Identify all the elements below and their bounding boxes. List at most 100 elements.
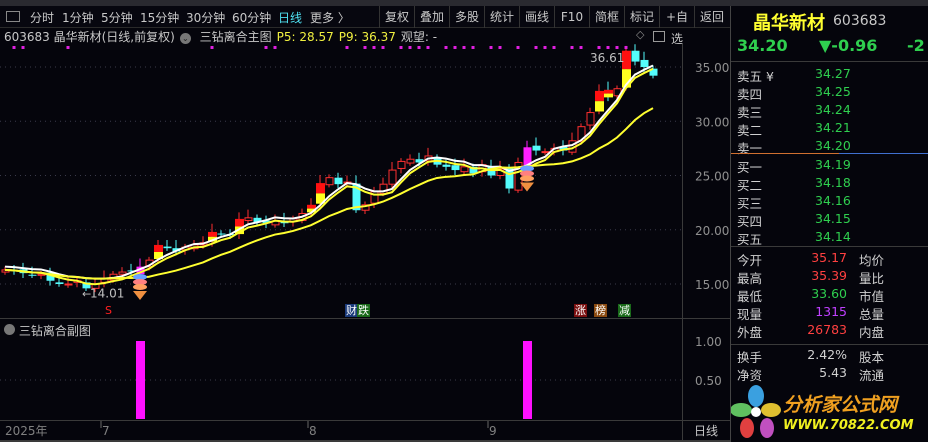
signal-dot [615, 46, 619, 49]
sub-tick-label: 0.50 [695, 374, 722, 388]
x-tick-label: 9 [489, 424, 497, 438]
watermark-url: WWW.70822.COM [783, 418, 914, 433]
ask-label: 卖二 [737, 123, 763, 138]
signal-dot [471, 46, 475, 49]
ask-row: 卖四 34.25 [737, 84, 927, 102]
bid-row: 买一 34.19 [737, 157, 927, 175]
arrow-icon: ← [82, 288, 91, 301]
signal-dot [570, 46, 574, 49]
sub-indicator-dropdown-icon[interactable] [4, 324, 15, 335]
bid-price: 34.19 [815, 157, 851, 172]
x-tick-label: 7 [102, 424, 110, 438]
stat-right-label: 总量 [859, 307, 885, 322]
bid-row: 买二 34.18 [737, 175, 927, 193]
event-tag[interactable]: 涨 [574, 304, 587, 317]
stat-right-label: 均价 [859, 253, 885, 268]
bid-price: 34.15 [815, 211, 851, 226]
signal-dot [372, 46, 376, 49]
signal-dot [417, 46, 421, 49]
event-tag[interactable]: S [104, 304, 113, 317]
signal-dot [426, 46, 430, 49]
bid-row: 买三 34.16 [737, 193, 927, 211]
stat-value: 33.60 [811, 286, 847, 301]
y-tick-label: 35.00 [695, 61, 729, 75]
event-tag[interactable]: 跌 [357, 304, 370, 317]
stat2-label: 换手 [737, 350, 763, 365]
signal-dot [408, 46, 412, 49]
change-percent: -2 [907, 36, 925, 55]
signal-dot [21, 46, 25, 49]
sub-chart-title: 三钻离合副图 [18, 324, 91, 338]
ask-label: 卖三 [737, 105, 763, 120]
ask-label: 卖四 [737, 87, 763, 102]
stat-value: 26783 [807, 322, 847, 337]
ask-price: 34.27 [815, 66, 851, 81]
flower-logo-icon [731, 385, 781, 438]
bid-label: 买三 [737, 196, 763, 211]
sub-chart-title-row: 三钻离合副图 [4, 322, 91, 339]
last-price: 34.20 [737, 36, 788, 55]
x-tick-label: 8 [309, 424, 317, 438]
signal-dot [516, 46, 520, 49]
y-tick-label: 20.00 [695, 224, 729, 238]
high-price-label: 36.61 [590, 51, 624, 65]
signal-dot [498, 46, 502, 49]
stat-value: 35.17 [811, 250, 847, 265]
quote-panel: 晶华新材 603683 34.20 ▼-0.96 -2 卖五 ¥ 34.27 卖四 3… [730, 6, 928, 442]
stat2-right-label: 股本 [859, 350, 885, 365]
stat-row: 最低 33.60 市值 [737, 286, 927, 304]
signal-dot [66, 46, 70, 49]
y-tick-label: 15.00 [695, 278, 729, 292]
stat-value: 35.39 [811, 268, 847, 283]
ask-row: 卖五 ¥ 34.27 [737, 66, 927, 84]
stock-code: 603683 [833, 13, 887, 29]
divider [0, 318, 730, 319]
signal-dot [345, 46, 349, 49]
ask-row: 卖二 34.21 [737, 120, 927, 138]
bid-row: 买五 34.14 [737, 229, 927, 247]
stat2-label: 净资 [737, 368, 763, 383]
signal-dot [12, 46, 16, 49]
signal-dot [399, 46, 403, 49]
stat-row: 现量 1315 总量 [737, 304, 927, 322]
stat-label: 今开 [737, 253, 763, 268]
ask-price: 34.24 [815, 102, 851, 117]
candle [514, 157, 523, 193]
stat-label: 外盘 [737, 325, 763, 340]
bid-price: 34.18 [815, 175, 851, 190]
watermark-logo: 分析家公式网 WWW.70822.COM [731, 384, 928, 442]
stat-right-label: 量比 [859, 271, 885, 286]
stock-name: 晶华新材 [753, 13, 825, 34]
x-tick-label: 2025年 [5, 424, 48, 438]
divider [0, 420, 730, 421]
stat-label: 最低 [737, 289, 763, 304]
event-tag[interactable]: 减 [618, 304, 631, 317]
y-tick-label: 25.00 [695, 170, 729, 184]
stat2-row: 换手 2.42% 股本 [737, 347, 927, 365]
price-change: ▼-0.96 [819, 36, 878, 55]
sub-signal-bar [523, 341, 532, 419]
signal-dot [273, 46, 277, 49]
price-chart[interactable]: 35.00 30.00 25.00 20.00 15.00 1.00 0.50 2025年 7 8… [0, 0, 730, 442]
stat-row: 最高 35.39 量比 [737, 268, 927, 286]
stat-label: 现量 [737, 307, 763, 322]
stat2-value: 5.43 [819, 365, 847, 380]
stat2-right-label: 流通 [859, 368, 885, 383]
bid-price: 34.16 [815, 193, 851, 208]
signal-dot [462, 46, 466, 49]
event-tag[interactable]: 榜 [594, 304, 607, 317]
bid-price: 34.14 [815, 229, 851, 244]
stat-row: 外盘 26783 内盘 [737, 322, 927, 340]
signal-dot [552, 46, 556, 49]
signal-dot [381, 46, 385, 49]
signal-dot [453, 46, 457, 49]
signal-dot [444, 46, 448, 49]
signal-dot [363, 46, 367, 49]
stat-right-label: 市值 [859, 289, 885, 304]
period-label: 日线 [694, 424, 719, 438]
bid-label: 买四 [737, 214, 763, 229]
bid-row: 买四 34.15 [737, 211, 927, 229]
stat2-value: 2.42% [807, 347, 847, 362]
signal-dot [534, 46, 538, 49]
bid-label: 买一 [737, 160, 763, 175]
